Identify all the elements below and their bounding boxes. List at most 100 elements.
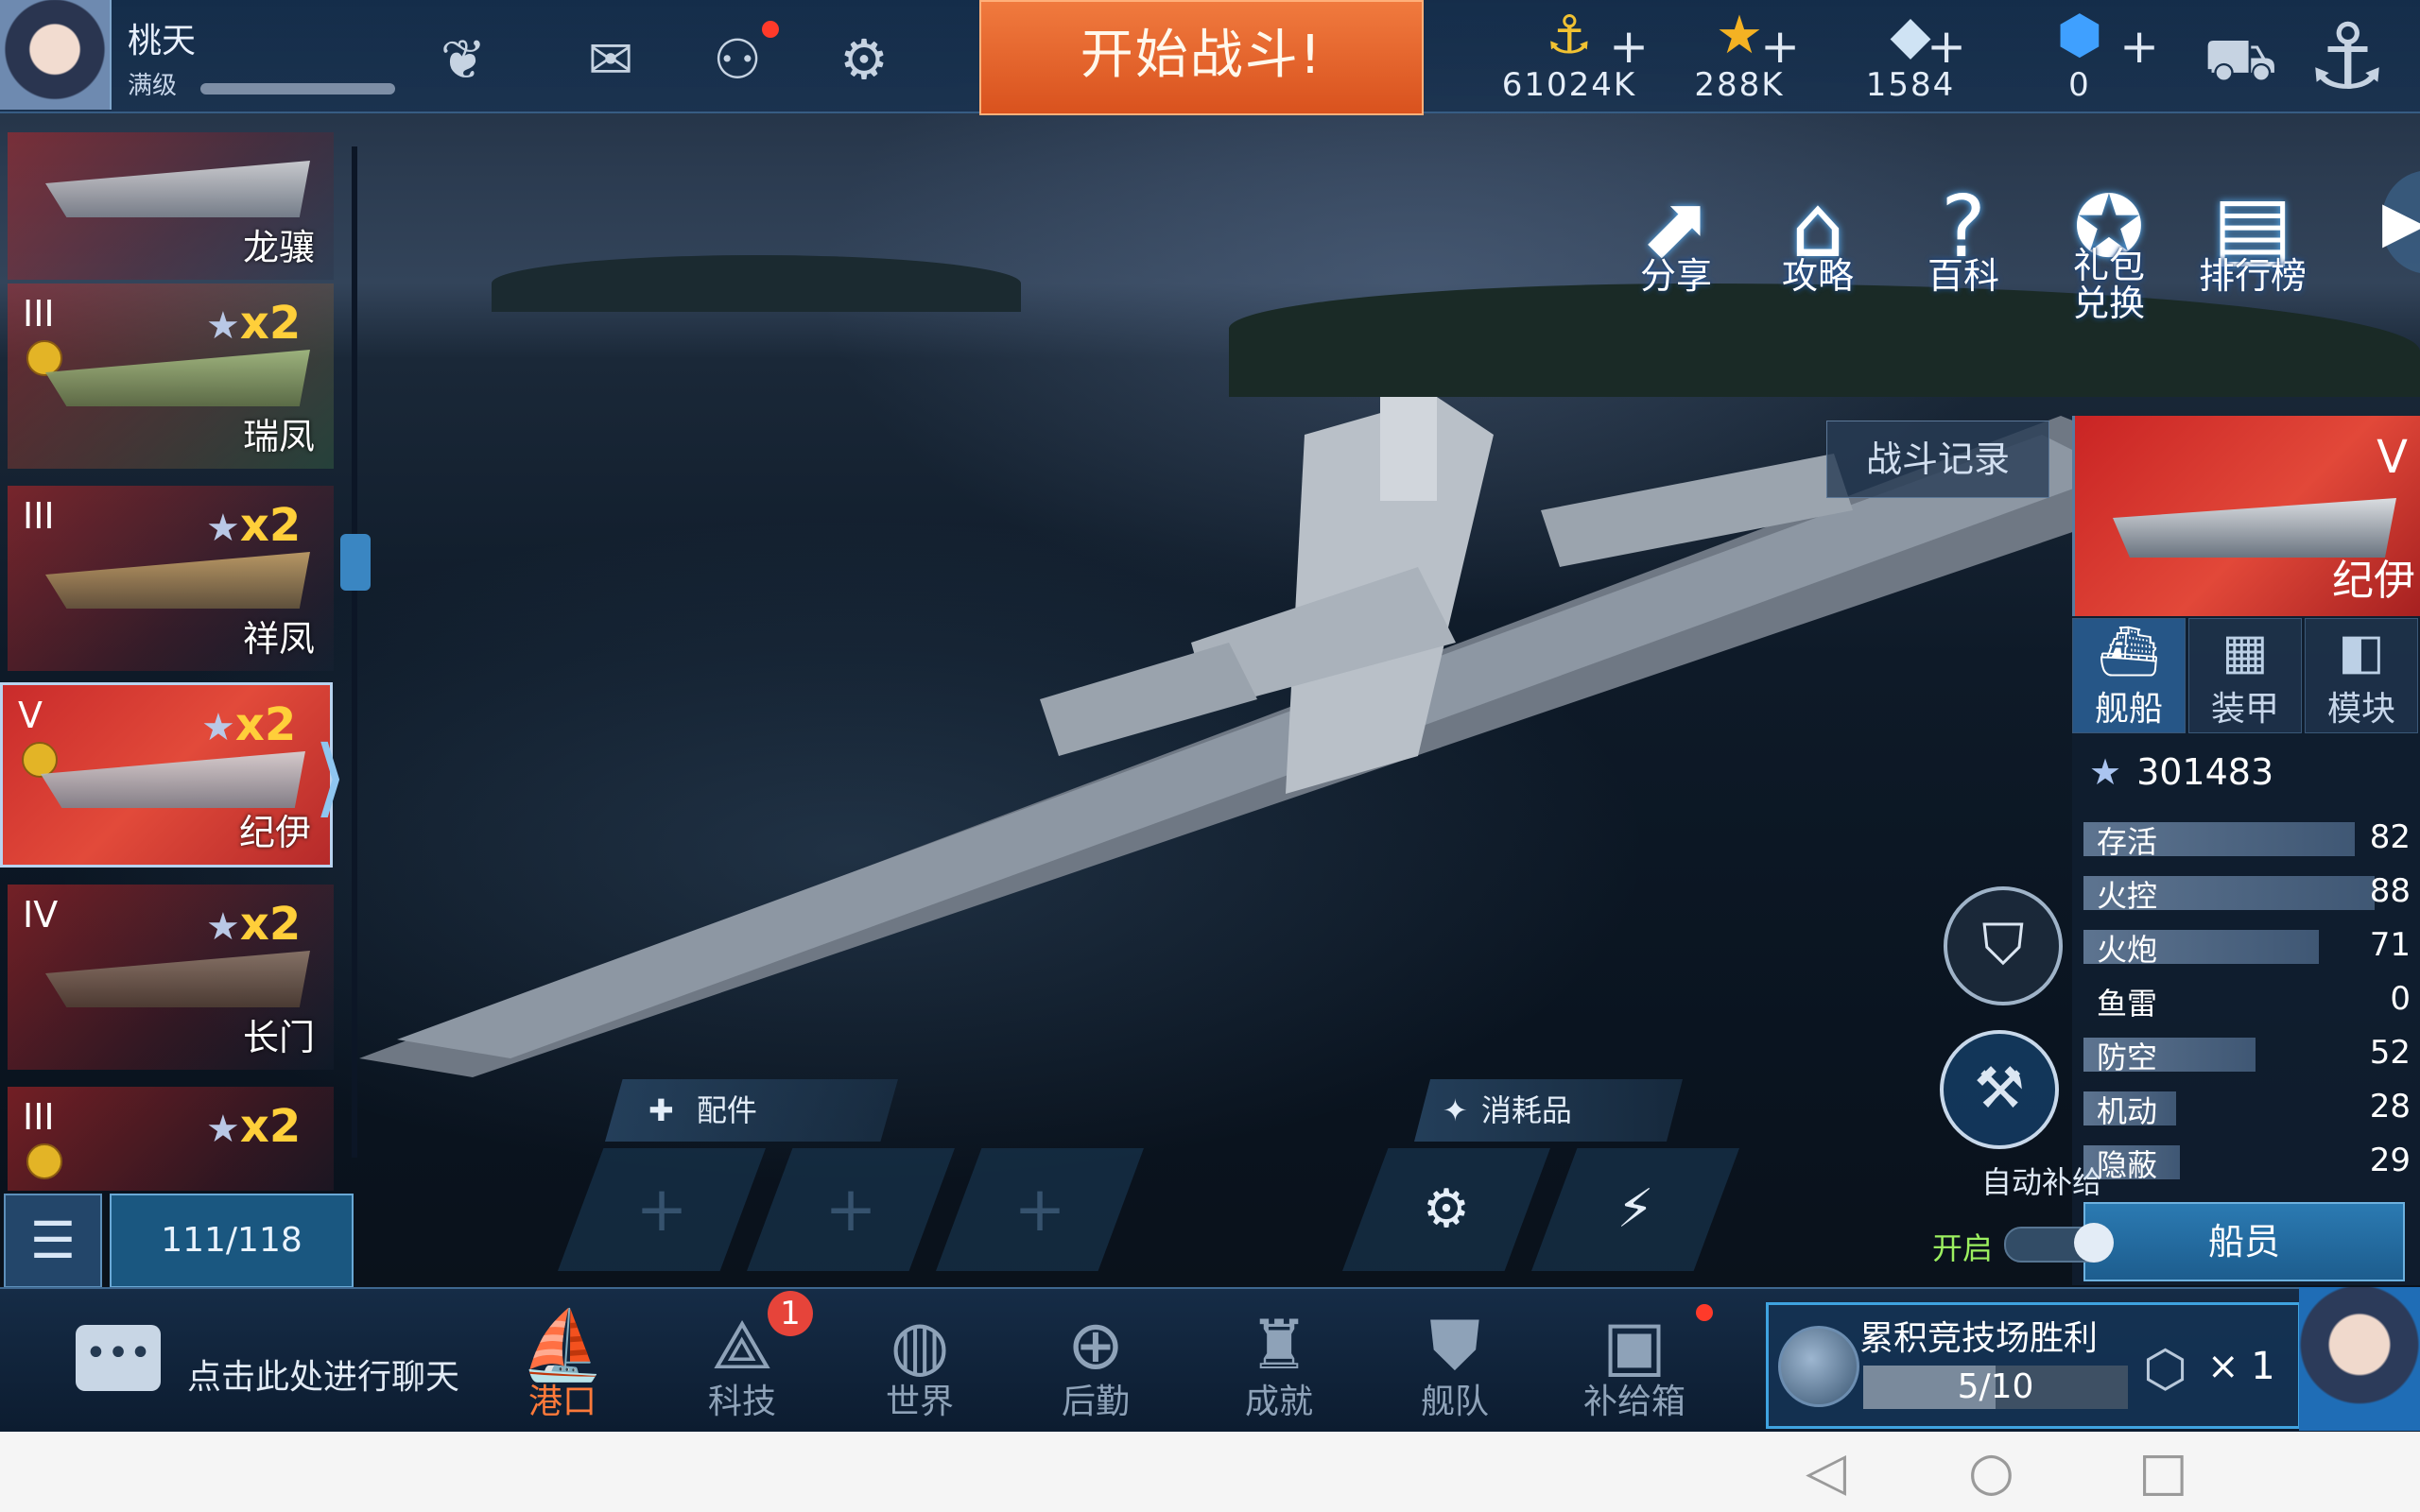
share-button[interactable]: ⬈ 分享: [1615, 178, 1737, 319]
nav-achievement[interactable]: ♜ 成就: [1208, 1304, 1350, 1427]
add-gold-icon[interactable]: +: [1609, 19, 1649, 74]
nav-port[interactable]: ⛵ 港口: [492, 1304, 633, 1427]
parts-icon: ✚: [648, 1092, 674, 1128]
crew-button[interactable]: 船员: [2083, 1202, 2405, 1281]
add-diamond-icon[interactable]: +: [1927, 19, 1966, 74]
selected-arrow-icon: ⟩: [314, 728, 348, 827]
battleship-model: [359, 397, 2155, 1077]
consumables-icon: ✦: [1443, 1092, 1468, 1128]
leaderboard-button[interactable]: ▤ 排行榜: [2191, 178, 2314, 319]
arena-globe-icon: [1778, 1326, 1859, 1407]
gold-resource[interactable]: ⚓ 61024K +: [1494, 6, 1649, 108]
ship-list-scrollbar[interactable]: [352, 146, 357, 1158]
consumables-header: ✦ 消耗品: [1414, 1079, 1683, 1142]
gift-redeem-button[interactable]: ✪ 礼包兑换: [2048, 178, 2170, 322]
ship-card[interactable]: III ★x2 祥凤: [8, 486, 334, 671]
toggle-knob: [2074, 1223, 2114, 1263]
stat-label: 机动: [2097, 1093, 2158, 1129]
ship-tabs: ⛴ 舰船 ▦ 装甲 ◧ 模块: [2072, 618, 2420, 733]
nav-supply-box[interactable]: ▣ 补给箱: [1564, 1304, 1705, 1427]
player-name: 桃天: [128, 22, 197, 60]
guide-button[interactable]: ⌂ 攻略: [1756, 178, 1879, 319]
friends-icon[interactable]: ⚇: [700, 26, 775, 93]
stat-row: 隐蔽 29: [2083, 1140, 2414, 1183]
stat-value: 88: [2369, 872, 2411, 910]
stat-row: 机动 28: [2083, 1086, 2414, 1129]
shop-cart-icon[interactable]: ⛟: [2203, 26, 2278, 93]
selected-ship-banner: V 纪伊: [2072, 416, 2420, 616]
settings-icon[interactable]: ⚙: [826, 26, 902, 93]
list-view-button[interactable]: ☰: [4, 1194, 102, 1288]
auto-supply-label: 自动补给: [1981, 1164, 2103, 1200]
stat-value: 71: [2369, 926, 2411, 964]
system-navigation-bar: [0, 1432, 2420, 1512]
ship-card-selected[interactable]: V ★x2 纪伊: [0, 682, 333, 868]
ship-card[interactable]: IV ★x2 长门: [8, 885, 334, 1070]
ship-card[interactable]: 龙骧: [8, 132, 334, 280]
stat-value: 28: [2369, 1088, 2411, 1125]
wings-icon[interactable]: ❦: [425, 26, 501, 93]
diamond-resource[interactable]: ◆ 1584 +: [1858, 6, 1966, 108]
secretary-avatar[interactable]: [2299, 1287, 2420, 1431]
repair-kit-icon: ⚙: [1422, 1178, 1471, 1240]
add-crystal-icon[interactable]: +: [2119, 19, 2159, 74]
emblem-button[interactable]: ⛉: [1944, 886, 2063, 1005]
add-star-icon[interactable]: +: [1760, 19, 1800, 74]
battle-record-button[interactable]: 战斗记录: [1826, 421, 2049, 498]
ship-count[interactable]: 111/118: [110, 1194, 354, 1288]
supply-notification-dot: [1696, 1304, 1713, 1321]
rank-badge-icon: [22, 742, 58, 778]
stat-value: 0: [2390, 980, 2411, 1018]
recents-icon[interactable]: □: [2138, 1441, 2188, 1503]
encyclopedia-button[interactable]: ? 百科: [1902, 178, 2025, 319]
ship-thumbnail: [45, 350, 310, 406]
ship-list: 龙骧 III ★x2 瑞凤 III ★x2 祥凤 V ★x2 纪伊 IV ★x2…: [0, 132, 340, 1191]
star-icon: ★: [206, 507, 240, 550]
stat-value: 52: [2369, 1034, 2411, 1072]
arena-progress-bar: 5/10: [1863, 1366, 2128, 1409]
ship-card[interactable]: III ★x2 瑞凤: [8, 284, 334, 469]
ship-thumbnail: [41, 751, 305, 808]
nav-world[interactable]: ◍ 世界: [849, 1304, 991, 1427]
island: [492, 255, 1021, 312]
stat-label: 隐蔽: [2097, 1147, 2158, 1183]
crystal-resource[interactable]: ⬢ 0 +: [2042, 5, 2159, 108]
tech-badge: 1: [768, 1291, 813, 1336]
blue-crystal-icon: ⬢: [2056, 5, 2103, 66]
player-avatar[interactable]: [0, 0, 112, 110]
stat-label: 火控: [2097, 878, 2158, 914]
auto-supply-button[interactable]: ⚒: [1940, 1030, 2059, 1149]
combat-score: ★ 301483: [2089, 751, 2274, 793]
stat-row: 火控 88: [2083, 870, 2414, 914]
nav-logistics[interactable]: ⊕ 后勤: [1025, 1304, 1167, 1427]
anchor-icon[interactable]: ⚓: [2295, 9, 2399, 104]
parts-header: ✚ 配件: [605, 1079, 898, 1142]
rank-badge-icon: [26, 340, 62, 376]
reward-gem-icon: ⬡: [2143, 1339, 2188, 1399]
auto-supply-toggle[interactable]: [2004, 1223, 2114, 1263]
star-resource[interactable]: ★ 288K +: [1683, 6, 1800, 108]
arena-progress-panel[interactable]: 累积竞技场胜利 5/10 ⬡ × 1: [1766, 1302, 2301, 1429]
notification-dot: [762, 21, 779, 38]
nav-fleet[interactable]: ⛊ 舰队: [1384, 1304, 1526, 1427]
ship-thumbnail: [45, 552, 310, 609]
stat-row: 火炮 71: [2083, 924, 2414, 968]
chat-prompt[interactable]: 点击此处进行聊天: [187, 1349, 459, 1399]
armor-icon: ▦: [2221, 624, 2269, 680]
home-icon[interactable]: ○: [1968, 1441, 2014, 1503]
star-icon: ★: [2089, 751, 2122, 793]
star-icon: ★: [206, 304, 240, 348]
tab-module[interactable]: ◧ 模块: [2305, 618, 2418, 733]
chat-icon[interactable]: •••: [76, 1325, 161, 1391]
emblem-icon: ⛉: [1981, 912, 2025, 978]
tab-armor[interactable]: ▦ 装甲: [2188, 618, 2302, 733]
mail-icon[interactable]: ✉: [573, 26, 648, 93]
ship-card[interactable]: III ★x2: [8, 1087, 334, 1191]
back-icon[interactable]: ◁: [1806, 1441, 1846, 1503]
tab-ship[interactable]: ⛴ 舰船: [2072, 618, 2186, 733]
star-icon: ★: [206, 1108, 240, 1151]
scroll-thumb[interactable]: [340, 534, 371, 591]
star-icon: ★: [201, 706, 235, 749]
xp-bar: [200, 83, 395, 94]
start-battle-button[interactable]: 开始战斗!: [979, 0, 1424, 115]
